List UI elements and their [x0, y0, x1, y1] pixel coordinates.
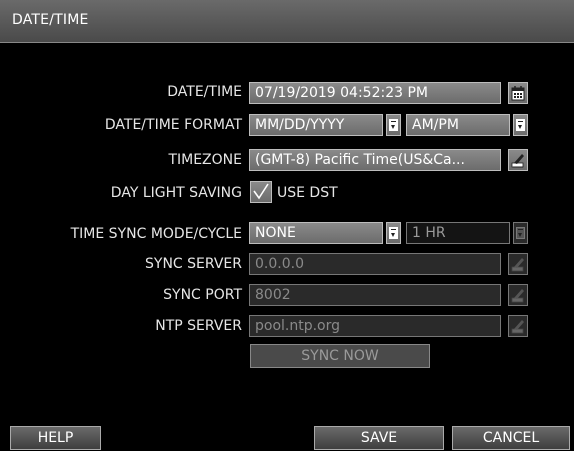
sync-port-edit-button[interactable] — [508, 284, 528, 306]
sync-server-label: SYNC SERVER — [145, 256, 242, 272]
timezone-field[interactable]: (GMT-8) Pacific Time(US&Ca... — [249, 149, 501, 171]
use-dst-checkbox[interactable] — [250, 181, 272, 203]
bottom-bar: HELP SAVE CANCEL — [0, 426, 574, 451]
sync-now-button[interactable]: SYNC NOW — [250, 344, 430, 368]
sync-server-edit-button[interactable] — [508, 253, 528, 275]
chevron-down-icon — [389, 227, 398, 239]
dst-label: DAY LIGHT SAVING — [110, 185, 242, 201]
time-format-select[interactable]: AM/PM — [406, 114, 510, 136]
datetime-label: DATE/TIME — [167, 84, 242, 100]
timezone-edit-button[interactable] — [508, 149, 528, 171]
sync-cycle-select[interactable]: 1 HR — [406, 222, 510, 244]
date-format-select[interactable]: MM/DD/YYYY — [249, 114, 383, 136]
datetime-format-label: DATE/TIME FORMAT — [104, 117, 242, 133]
ntp-server-field[interactable]: pool.ntp.org — [249, 315, 501, 337]
cancel-button[interactable]: CANCEL — [452, 426, 570, 450]
chevron-down-icon — [389, 119, 398, 131]
sync-server-field[interactable]: 0.0.0.0 — [249, 253, 501, 275]
datetime-field[interactable]: 07/19/2019 04:52:23 PM — [249, 82, 501, 104]
title-bar: DATE/TIME — [0, 0, 574, 43]
checkmark-icon — [253, 183, 269, 200]
calendar-button[interactable] — [508, 82, 528, 104]
sync-port-label: SYNC PORT — [163, 287, 242, 303]
date-format-dropdown[interactable] — [386, 114, 401, 136]
chevron-down-icon — [516, 227, 525, 239]
time-format-dropdown[interactable] — [513, 114, 528, 136]
sync-port-field[interactable]: 8002 — [249, 284, 501, 306]
sync-mode-label: TIME SYNC MODE/CYCLE — [70, 226, 242, 242]
ntp-server-edit-button[interactable] — [508, 315, 528, 337]
edit-icon — [511, 154, 524, 168]
timezone-label: TIMEZONE — [168, 152, 242, 168]
save-button[interactable]: SAVE — [314, 426, 444, 450]
use-dst-label: USE DST — [277, 185, 338, 201]
sync-cycle-dropdown[interactable] — [513, 222, 528, 244]
datetime-window: DATE/TIME DATE/TIME 07/19/2019 04:52:23 … — [0, 0, 574, 451]
help-button[interactable]: HELP — [10, 426, 101, 450]
chevron-down-icon — [516, 119, 525, 131]
edit-icon — [511, 320, 524, 334]
window-title: DATE/TIME — [12, 12, 89, 28]
ntp-server-label: NTP SERVER — [155, 318, 242, 334]
edit-icon — [511, 258, 524, 272]
edit-icon — [511, 289, 524, 303]
calendar-icon — [511, 86, 525, 101]
sync-mode-dropdown[interactable] — [386, 222, 401, 244]
sync-mode-select[interactable]: NONE — [249, 222, 383, 244]
